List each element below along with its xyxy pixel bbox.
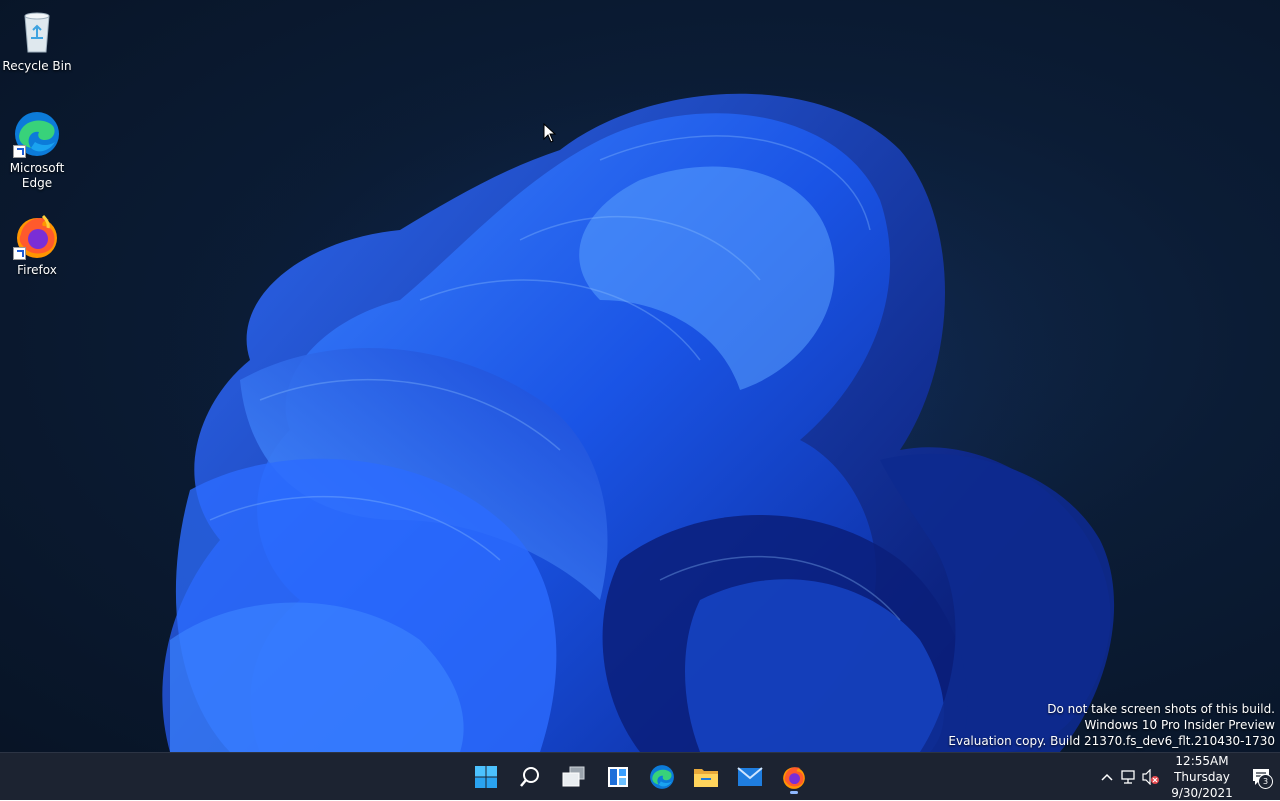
desktop-icon-label: Recycle Bin: [2, 59, 72, 73]
file-explorer-icon: [694, 769, 718, 787]
firefox-icon: [783, 767, 805, 789]
show-hidden-icons-button[interactable]: [1096, 766, 1118, 788]
clock-date: 9/30/2021: [1171, 786, 1233, 800]
start-icon: [475, 766, 497, 788]
desktop: Recycle Bin Microsoft Edge Firefox Do no…: [0, 0, 1280, 752]
start-button[interactable]: [466, 758, 506, 796]
widgets-button[interactable]: [598, 758, 638, 796]
desktop-icon-recycle-bin[interactable]: Recycle Bin: [0, 8, 74, 74]
edge-icon: [13, 110, 61, 158]
shortcut-arrow-icon: [13, 145, 26, 158]
taskbar-edge-button[interactable]: [642, 758, 682, 796]
desktop-icon-microsoft-edge[interactable]: Microsoft Edge: [0, 110, 74, 191]
network-icon: [1121, 770, 1135, 784]
search-button[interactable]: [510, 758, 550, 796]
taskbar: 12:55AM Thursday 9/30/2021 3: [0, 752, 1280, 800]
taskbar-firefox-button[interactable]: [774, 758, 814, 796]
mouse-cursor-icon: [543, 123, 557, 143]
shortcut-arrow-icon: [13, 247, 26, 260]
volume-muted-icon: [1142, 769, 1159, 785]
desktop-icon-firefox[interactable]: Firefox: [0, 212, 74, 278]
task-view-icon: [562, 766, 585, 787]
recycle-bin-icon: [13, 8, 61, 56]
watermark-line: Evaluation copy. Build 21370.fs_dev6_flt…: [948, 734, 1275, 748]
bloom-wallpaper: [130, 50, 1170, 752]
notification-center-button[interactable]: 3: [1246, 757, 1276, 797]
watermark-line: Do not take screen shots of this build.: [1047, 702, 1275, 716]
mail-button[interactable]: [730, 758, 770, 796]
chevron-up-icon: [1101, 773, 1113, 781]
clock-time: 12:55AM: [1175, 754, 1229, 768]
evaluation-watermark: Do not take screen shots of this build. …: [948, 701, 1275, 749]
notification-count-badge: 3: [1258, 774, 1273, 789]
edge-icon: [650, 765, 674, 789]
widgets-icon: [608, 767, 628, 787]
system-tray: 12:55AM Thursday 9/30/2021 3: [1096, 753, 1280, 801]
network-button[interactable]: [1118, 766, 1140, 788]
volume-button[interactable]: [1140, 766, 1162, 788]
taskbar-clock[interactable]: 12:55AM Thursday 9/30/2021: [1170, 753, 1234, 801]
clock-day: Thursday: [1174, 770, 1230, 784]
watermark-line: Windows 10 Pro Insider Preview: [1084, 718, 1275, 732]
search-icon: [520, 767, 539, 787]
firefox-icon: [13, 212, 61, 260]
desktop-icon-label: Microsoft Edge: [9, 161, 65, 190]
mail-icon: [737, 767, 763, 786]
file-explorer-button[interactable]: [686, 758, 726, 796]
desktop-icon-label: Firefox: [17, 263, 57, 277]
task-view-button[interactable]: [554, 758, 594, 796]
